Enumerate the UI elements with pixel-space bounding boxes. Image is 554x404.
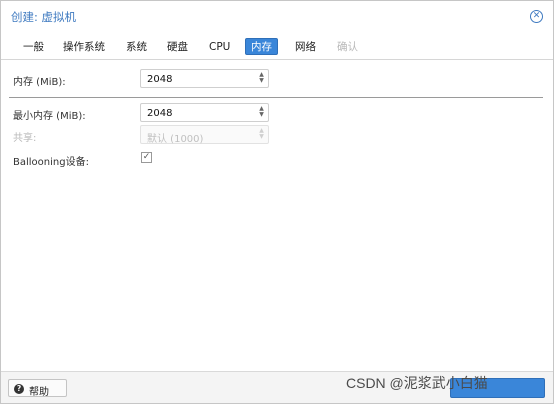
min-memory-spinner[interactable]: ▲ ▼	[257, 106, 266, 119]
min-memory-row: 最小内存 (MiB): 2048 ▲ ▼	[1, 103, 553, 123]
tab-system[interactable]: 系统	[120, 38, 153, 55]
ballooning-checkbox[interactable]: ✓	[141, 152, 152, 163]
tab-network[interactable]: 网络	[289, 38, 322, 55]
csdn-watermark: CSDN @泥浆武小白猫	[346, 375, 488, 391]
tab-os[interactable]: 操作系统	[57, 38, 111, 55]
title-bar: 创建: 虚拟机 ✕	[1, 1, 553, 31]
memory-row: 内存 (MiB): 2048 ▲ ▼	[1, 69, 553, 89]
dialog-title: 创建: 虚拟机	[11, 10, 77, 24]
tab-cpu[interactable]: CPU	[203, 38, 236, 55]
shares-label: 共享:	[13, 133, 37, 144]
memory-form: 内存 (MiB): 2048 ▲ ▼ 最小内存 (MiB): 2048 ▲ ▼ 共享…	[1, 61, 553, 369]
min-memory-value: 2048	[147, 108, 173, 119]
min-memory-input[interactable]: 2048 ▲ ▼	[140, 103, 269, 122]
memory-spinner[interactable]: ▲ ▼	[257, 72, 266, 85]
tab-disk[interactable]: 硬盘	[161, 38, 194, 55]
close-icon[interactable]: ✕	[530, 10, 543, 23]
shares-value: 默认 (1000)	[147, 134, 204, 145]
create-vm-dialog: 创建: 虚拟机 ✕ 一般 操作系统 系统 硬盘 CPU 内存 网络 确认 内存 …	[0, 0, 554, 404]
help-label: 帮助	[29, 387, 49, 398]
shares-row: 共享: 默认 (1000) ▲ ▼	[1, 125, 553, 145]
ballooning-row: Ballooning设备: ✓	[1, 149, 553, 169]
shares-input: 默认 (1000) ▲ ▼	[140, 125, 269, 145]
tab-general[interactable]: 一般	[17, 38, 50, 55]
shares-spinner: ▲ ▼	[257, 128, 266, 141]
spin-down-icon: ▼	[259, 133, 264, 140]
tab-bar: 一般 操作系统 系统 硬盘 CPU 内存 网络 确认	[1, 36, 553, 60]
spin-down-icon[interactable]: ▼	[259, 111, 264, 118]
memory-value: 2048	[147, 74, 173, 85]
help-button[interactable]: ? 帮助	[8, 379, 67, 398]
tab-memory[interactable]: 内存	[245, 38, 278, 55]
memory-label: 内存 (MiB):	[13, 77, 66, 88]
question-icon: ?	[14, 384, 24, 394]
min-memory-label: 最小内存 (MiB):	[13, 111, 86, 122]
section-divider	[9, 97, 543, 98]
tab-confirm: 确认	[337, 41, 358, 53]
spin-down-icon[interactable]: ▼	[259, 77, 264, 84]
ballooning-label: Ballooning设备:	[13, 157, 89, 168]
memory-input[interactable]: 2048 ▲ ▼	[140, 69, 269, 88]
